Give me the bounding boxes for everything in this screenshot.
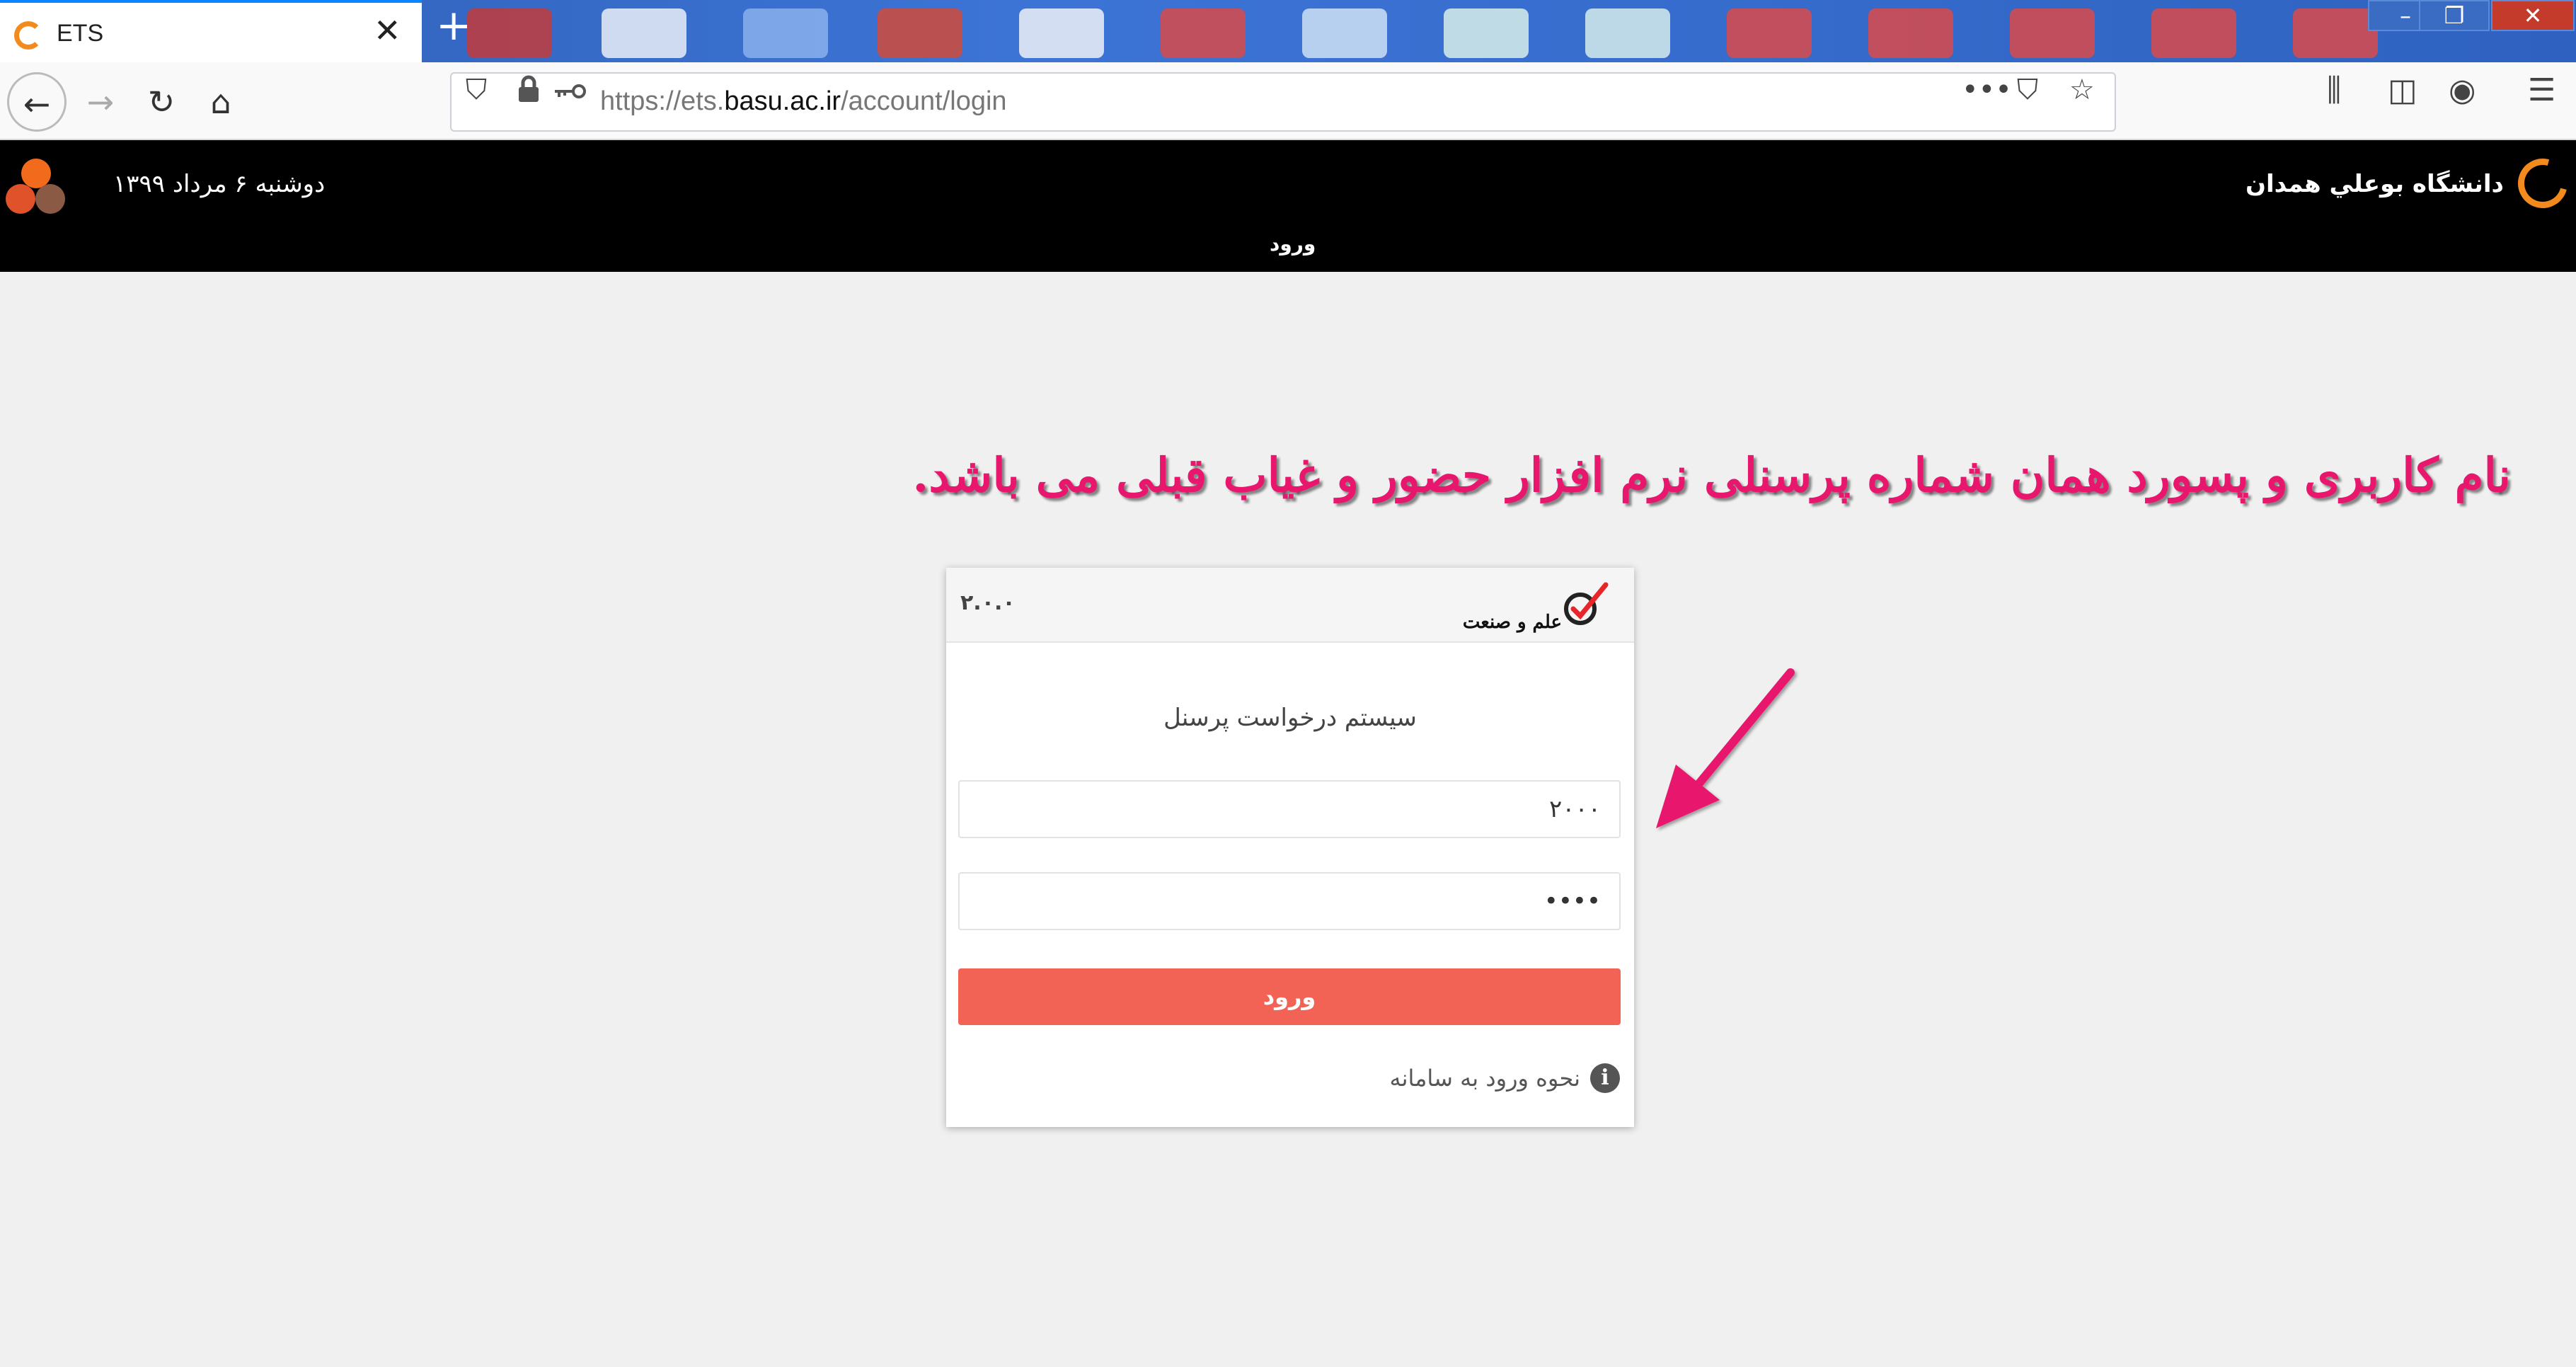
version-label: ۲.۰.۰ <box>960 590 1016 615</box>
username-field[interactable] <box>958 780 1621 838</box>
university-logo-icon <box>2509 149 2576 217</box>
star-icon[interactable]: ☆ <box>2069 74 2095 130</box>
background-tile <box>2293 8 2378 58</box>
shield-icon[interactable]: ⛉ <box>466 74 487 130</box>
annotation-note: نام کاربری و پسورد همان شماره پرسنلی نرم… <box>912 447 2511 503</box>
library-icon[interactable]: ⫼ <box>2327 72 2341 132</box>
background-tile <box>878 8 962 58</box>
background-tile <box>2151 8 2236 58</box>
background-tile <box>1868 8 1953 58</box>
pocket-icon[interactable]: ⛉ <box>2017 74 2038 130</box>
help-link-text: نحوه ورود به سامانه <box>1389 1065 1580 1092</box>
restore-window-icon[interactable]: ❐ <box>2419 0 2490 31</box>
background-tile <box>1302 8 1387 58</box>
tab-close-icon[interactable]: ✕ <box>374 14 401 47</box>
lock-icon[interactable] <box>517 74 541 130</box>
url-bar[interactable]: ⛉ https://ets.basu.ac.ir/account/login •… <box>450 72 2116 132</box>
background-tile <box>1585 8 1670 58</box>
browser-tab[interactable]: ETS ✕ <box>0 0 422 62</box>
more-icon[interactable]: ••• <box>1962 74 2012 130</box>
url-prefix: https://ets. <box>600 86 725 116</box>
university-name: دانشگاه بوعلي همدان <box>2245 170 2504 198</box>
account-icon[interactable]: ◉ <box>2449 72 2476 132</box>
username-input[interactable] <box>960 782 1619 837</box>
key-icon[interactable] <box>553 74 587 130</box>
background-tile <box>1727 8 1812 58</box>
login-card-header: ۲.۰.۰ علم و صنعت <box>946 568 1634 643</box>
tab-title: ETS <box>57 20 104 47</box>
password-field[interactable] <box>958 872 1621 930</box>
background-tile <box>1161 8 1246 58</box>
background-tile <box>1444 8 1529 58</box>
menu-icon[interactable]: ☰ <box>2528 72 2555 132</box>
url-path: /account/login <box>841 86 1007 116</box>
password-input[interactable] <box>960 874 1619 929</box>
sidebar-icon[interactable]: ◫ <box>2388 72 2417 132</box>
url-text[interactable]: https://ets.basu.ac.ir/account/login <box>600 86 1007 117</box>
background-tile <box>743 8 828 58</box>
site-favicon <box>14 21 42 50</box>
browser-nav-bar: ← → ↻ ⌂ ⛉ https://ets.basu.ac.ir/account… <box>0 62 2576 140</box>
current-date: دوشنبه ۶ مرداد ۱۳۹۹ <box>113 170 326 198</box>
home-icon[interactable]: ⌂ <box>191 72 251 132</box>
login-button[interactable]: ورود <box>958 968 1621 1025</box>
system-logo-icon <box>6 159 69 215</box>
system-name: سیستم درخواست پرسنل <box>1163 704 1417 732</box>
new-tab-icon[interactable]: + <box>436 4 471 47</box>
nav-login-link[interactable]: ورود <box>1270 232 1316 256</box>
help-link[interactable]: i نحوه ورود به سامانه <box>1389 1062 1620 1094</box>
forward-icon[interactable]: → <box>71 72 130 132</box>
site-header: دانشگاه بوعلي همدان دوشنبه ۶ مرداد ۱۳۹۹ … <box>0 140 2576 272</box>
brand-logo: علم و صنعت <box>1446 580 1609 637</box>
back-icon[interactable]: ← <box>7 72 67 132</box>
info-icon: i <box>1590 1063 1620 1093</box>
background-tile <box>1019 8 1104 58</box>
brand-name: علم و صنعت <box>1462 612 1562 633</box>
browser-tab-bar: ETS ✕ + – ❐ ✕ <box>0 0 2576 62</box>
url-domain: basu.ac.ir <box>724 86 841 116</box>
login-card: ۲.۰.۰ علم و صنعت سیستم درخواست پرسنل ورو… <box>946 568 1634 1127</box>
annotation-arrow-icon <box>1656 668 1795 828</box>
reload-icon[interactable]: ↻ <box>132 72 191 132</box>
close-window-icon[interactable]: ✕ <box>2491 0 2575 31</box>
background-tile <box>2010 8 2095 58</box>
background-tile <box>602 8 686 58</box>
brand-check-icon <box>1564 582 1609 625</box>
background-tile <box>467 8 552 58</box>
